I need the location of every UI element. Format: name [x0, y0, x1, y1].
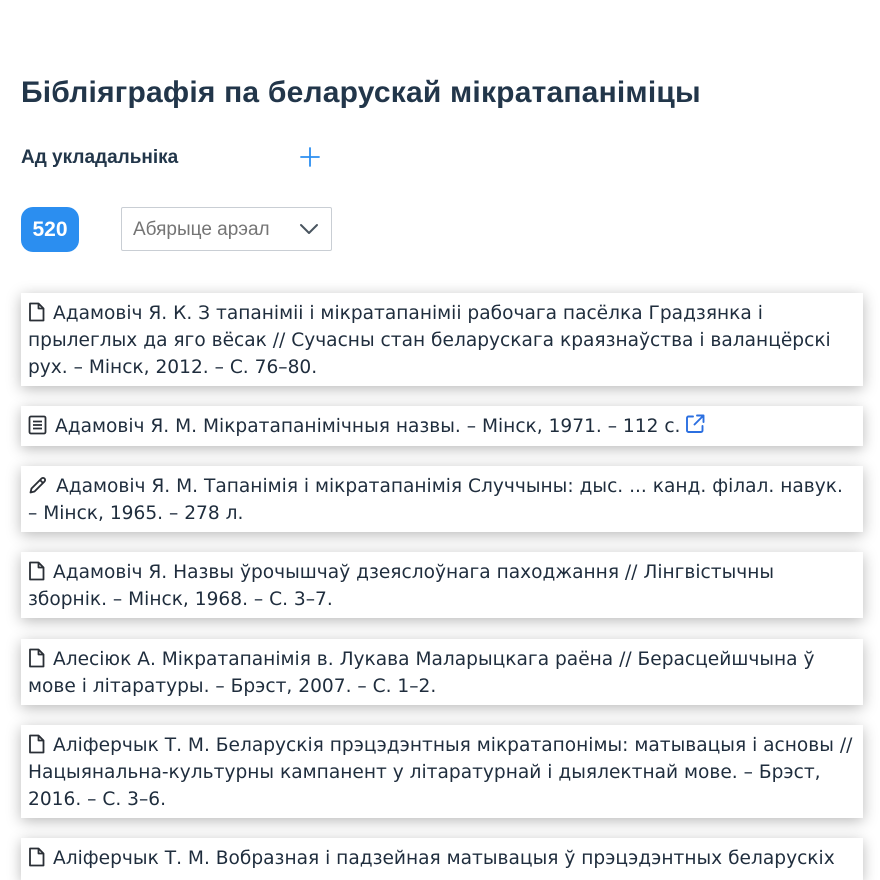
bibliography-entry[interactable]: Адамовіч Я. К. З тапаніміі і мікратапані…	[21, 293, 863, 386]
entry-text: Алесіюк А. Мікратапанімія в. Лукава Мала…	[28, 649, 815, 697]
area-select-placeholder: Абярыце арэал	[133, 219, 270, 240]
entry-text: Адамовіч Я. М. Тапанімія і мікратапанімі…	[28, 476, 843, 524]
entry-text: Аліферчык Т. М. Беларускія прэцэдэнтныя …	[28, 735, 853, 810]
bibliography-entry[interactable]: Адамовіч Я. Назвы ўрочышчаў дзеяслоўнага…	[21, 552, 863, 618]
document-icon	[29, 847, 45, 867]
bibliography-entry[interactable]: Аліферчык Т. М. Вобразная і падзейная ма…	[21, 838, 863, 880]
results-count-badge: 520	[21, 207, 79, 252]
entry-text: Адамовіч Я. Назвы ўрочышчаў дзеяслоўнага…	[28, 562, 775, 610]
chevron-down-icon	[300, 224, 318, 234]
entry-text: Адамовіч Я. М. Мікратапанімічныя назвы. …	[55, 416, 681, 437]
area-select[interactable]: Абярыце арэал	[121, 207, 332, 251]
bibliography-entry[interactable]: Адамовіч Я. М. Мікратапанімічныя назвы. …	[21, 406, 863, 446]
document-icon	[29, 734, 45, 754]
entry-text: Адамовіч Я. К. З тапаніміі і мікратапані…	[28, 303, 831, 378]
book-icon	[28, 415, 47, 435]
bibliography-entry[interactable]: Адамовіч Я. М. Тапанімія і мікратапанімі…	[21, 466, 863, 532]
pencil-icon	[29, 477, 46, 494]
document-icon	[29, 302, 45, 322]
document-icon	[29, 648, 45, 668]
entry-text: Аліферчык Т. М. Вобразная і падзейная ма…	[53, 848, 835, 869]
external-link-icon[interactable]	[684, 413, 706, 435]
plus-icon[interactable]	[299, 146, 321, 168]
page-title: Бібліяграфія па беларускай мікратапанімі…	[21, 76, 701, 109]
bibliography-entry[interactable]: Алесіюк А. Мікратапанімія в. Лукава Мала…	[21, 639, 863, 705]
document-icon	[29, 561, 45, 581]
compiler-section-label: Ад укладальніка	[21, 147, 179, 168]
bibliography-entry[interactable]: Аліферчык Т. М. Беларускія прэцэдэнтныя …	[21, 725, 863, 818]
